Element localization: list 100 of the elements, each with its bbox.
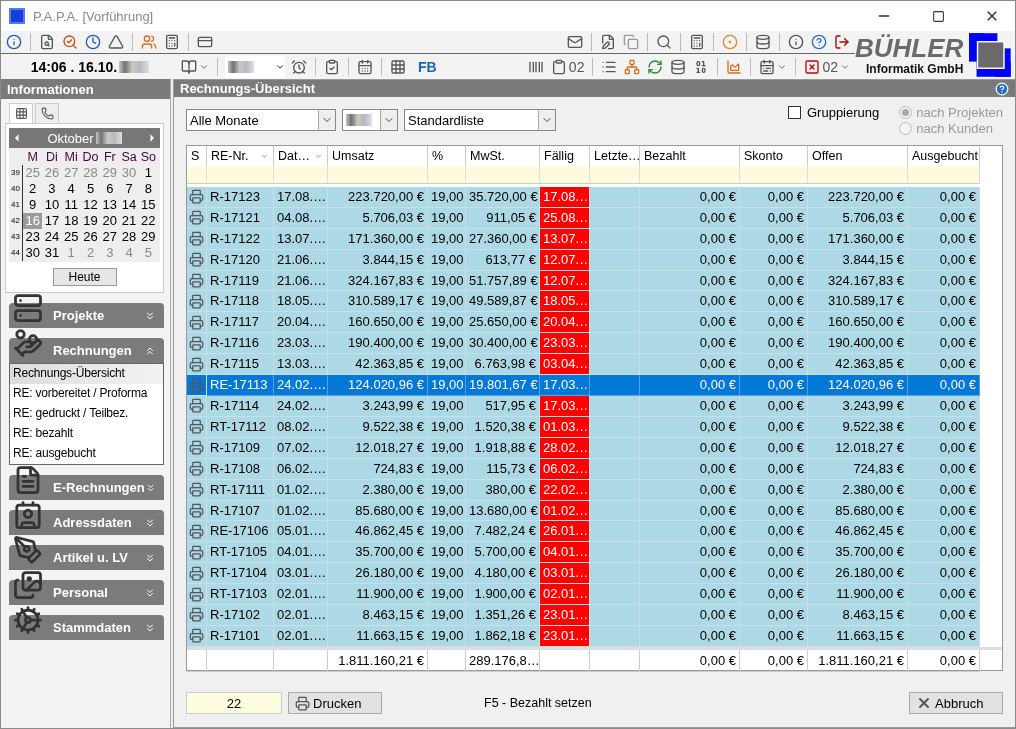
calendar-icon[interactable] — [759, 58, 776, 75]
calendar-day[interactable]: 18 — [61, 213, 81, 229]
calendar-day[interactable]: 3 — [42, 181, 62, 197]
print-button[interactable]: Drucken — [288, 692, 382, 714]
search-check-icon[interactable] — [62, 34, 78, 50]
column-header[interactable]: Dat… — [278, 149, 310, 163]
calculator-icon[interactable] — [689, 34, 705, 50]
filter-cell[interactable] — [590, 166, 640, 184]
printer-icon[interactable] — [189, 398, 204, 414]
printer-icon[interactable] — [189, 210, 204, 226]
calendar-day[interactable]: 21 — [119, 213, 139, 229]
column-header[interactable]: S — [191, 149, 200, 163]
printer-icon[interactable] — [189, 293, 204, 309]
info-icon[interactable] — [788, 34, 804, 50]
calendar-day[interactable]: 12 — [80, 197, 101, 213]
copy-icon[interactable] — [623, 34, 639, 50]
calendar-day[interactable]: 20 — [100, 213, 120, 229]
column-header[interactable]: Offen — [812, 149, 843, 163]
filter-cell[interactable] — [207, 166, 274, 184]
calendar-day[interactable]: 19 — [80, 213, 101, 229]
books-icon[interactable] — [181, 58, 197, 75]
table-row[interactable]: RE-17113 24.02.… 124.020,96 € 19,00 19.801,67 € 17.03.… 0,00 € 0,00 € 124.020,96 € 0,00 € — [187, 375, 980, 396]
dropdown-field[interactable] — [225, 55, 285, 78]
calendar-day[interactable]: 25 — [61, 229, 81, 245]
table-row[interactable]: R-17120 21.06.… 3.844,15 € 19,00 613,77 € 12.07.… 0,00 € 0,00 € 3.844,15 € 0,00 € — [187, 249, 980, 271]
column-header[interactable]: MwSt. — [470, 149, 505, 163]
cancel-button[interactable]: Abbruch — [909, 692, 1003, 714]
calendar-day[interactable]: 15 — [138, 197, 158, 213]
calendar-day[interactable]: 5 — [80, 181, 101, 197]
clipboard-check-icon[interactable] — [324, 58, 340, 75]
today-button[interactable]: Heute — [52, 268, 117, 286]
column-header[interactable]: Skonto — [744, 149, 783, 163]
printer-icon[interactable] — [189, 502, 204, 518]
table-row[interactable]: R-17119 21.06.… 324.167,83 € 19,00 51.757,89 € 12.07.… 0,00 € 0,00 € 324.167,83 € 0,00 € — [187, 270, 980, 292]
grid-icon[interactable] — [390, 58, 406, 75]
section-header[interactable]: Personal — [9, 580, 164, 605]
table-row[interactable]: R-17117 20.04.… 160.650,00 € 19,00 25.650,00 € 20.04.… 0,00 € 0,00 € 160.650,00 € 0,00 € — [187, 312, 980, 334]
column-header[interactable]: Ausgebucht — [912, 149, 979, 163]
column-header[interactable]: Umsatz — [332, 149, 375, 163]
filter-cell[interactable] — [328, 166, 428, 184]
filter-cell[interactable] — [908, 166, 980, 184]
filter-cell[interactable] — [274, 166, 328, 184]
mail-icon[interactable] — [567, 34, 583, 50]
printer-icon[interactable] — [189, 440, 204, 456]
edit-document-icon[interactable] — [600, 34, 616, 50]
filter-cell[interactable] — [540, 166, 590, 184]
calendar-grid-tab[interactable] — [9, 103, 33, 123]
printer-icon[interactable] — [189, 273, 204, 288]
calendar-day[interactable]: 10 — [42, 197, 62, 213]
filter-cell[interactable] — [187, 166, 207, 184]
alarm-clock-icon[interactable] — [291, 58, 307, 75]
calendar-day[interactable]: 17 — [42, 213, 62, 229]
info-window-icon[interactable] — [6, 34, 22, 50]
calendar-day[interactable]: 22 — [138, 213, 158, 229]
section-header[interactable]: Rechnungen — [9, 338, 164, 363]
phone-icon[interactable] — [40, 107, 54, 120]
table-row[interactable]: R-17116 23.03.… 190.400,00 € 19,00 30.400,00 € 23.03.… 0,00 € 0,00 € 190.400,00 € 0,00 € — [187, 333, 980, 355]
column-header[interactable]: Letzte… — [594, 149, 641, 163]
database-icon[interactable] — [670, 58, 687, 75]
section-header[interactable]: Stammdaten — [9, 615, 164, 640]
document-search-icon[interactable] — [39, 34, 55, 50]
printer-icon[interactable] — [189, 628, 204, 644]
filter-cell[interactable] — [428, 166, 466, 184]
table-row[interactable]: RT-17104 03.01.… 26.180,00 € 19,00 4.180,00 € 03.01.… 0,00 € 0,00 € 26.180,00 € 0,00 € — [187, 563, 980, 585]
column-header[interactable]: Fällig — [544, 149, 574, 163]
printer-icon[interactable] — [189, 252, 204, 268]
calendar-day[interactable]: 30 — [23, 245, 43, 261]
clipboard-icon[interactable] — [550, 58, 567, 75]
section-header[interactable]: E-Rechnungen — [9, 475, 164, 500]
table-row[interactable]: R-17121 04.08.… 5.706,03 € 19,00 911,05 € 25.08.… 0,00 € 0,00 € 5.706,03 € 0,00 € — [187, 207, 980, 229]
printer-icon[interactable] — [189, 607, 204, 623]
triangle-icon[interactable] — [108, 34, 124, 50]
menu-item[interactable]: RE: gedruckt / Teilbez. — [10, 404, 163, 424]
printer-icon[interactable] — [189, 335, 204, 351]
printer-icon[interactable] — [189, 356, 204, 372]
table-row[interactable]: R-17101 02.01.… 11.663,15 € 19,00 1.862,18 € 23.01.… 0,00 € 0,00 € 11.663,15 € 0,00 € — [187, 625, 980, 647]
printer-icon[interactable] — [189, 189, 204, 205]
calendar-day[interactable]: 2 — [23, 181, 43, 197]
help-icon[interactable] — [811, 34, 827, 50]
calendar-day[interactable]: 13 — [100, 197, 120, 213]
calendar-day[interactable]: 14 — [119, 197, 139, 213]
table-row[interactable]: RT-17103 02.01.… 11.900,00 € 19,00 1.900,00 € 02.01.… 0,00 € 0,00 € 11.900,00 € 0,00 € — [187, 584, 980, 606]
users-icon[interactable] — [141, 34, 157, 50]
calendar-day[interactable]: 1 — [138, 165, 158, 181]
column-header[interactable]: % — [432, 149, 444, 163]
table-row[interactable]: RT-17112 08.02.… 9.522,38 € 19,00 1.520,38 € 01.03.… 0,00 € 0,00 € 9.522,38 € 0,00 € — [187, 416, 980, 438]
calendar-day[interactable]: 6 — [100, 181, 120, 197]
filter-cell[interactable] — [808, 166, 908, 184]
menu-item[interactable]: RE: bezahlt — [10, 424, 163, 444]
calendar-day[interactable]: 24 — [42, 229, 62, 245]
filter-cell[interactable] — [740, 166, 808, 184]
filter-cell[interactable] — [640, 166, 740, 184]
table-row[interactable]: RT-17111 01.02.… 2.380,00 € 19,00 380,00 € 22.02.… 0,00 € 0,00 € 2.380,00 € 0,00 € — [187, 479, 980, 501]
table-row[interactable]: R-17109 07.02.… 12.018,27 € 19,00 1.918,88 € 28.02.… 0,00 € 0,00 € 12.018,27 € 0,00 € — [187, 437, 980, 459]
section-header[interactable]: Artikel u. LV — [9, 545, 164, 570]
maximize-icon[interactable] — [931, 9, 945, 23]
calendar-day[interactable]: 27 — [100, 229, 120, 245]
calendar-day[interactable]: 31 — [42, 245, 62, 261]
calendar-day[interactable]: 23 — [23, 229, 43, 245]
exit-icon[interactable] — [834, 34, 850, 50]
